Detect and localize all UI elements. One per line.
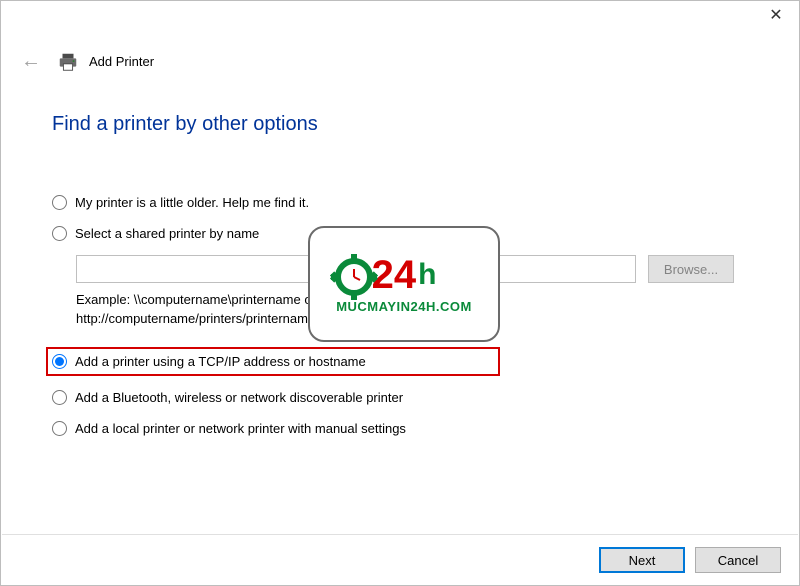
- radio-manual[interactable]: [52, 421, 67, 436]
- watermark-h: h: [418, 258, 436, 292]
- radio-tcpip[interactable]: [52, 354, 67, 369]
- page-heading: Find a printer by other options: [52, 113, 318, 136]
- watermark-logo: 24 h: [372, 255, 437, 295]
- wizard-header: ← Add Printer: [15, 46, 154, 77]
- option-manual[interactable]: Add a local printer or network printer w…: [52, 419, 752, 438]
- radio-shared[interactable]: [52, 226, 67, 241]
- label-bluetooth: Add a Bluetooth, wireless or network dis…: [75, 390, 403, 405]
- watermark-number: 24: [372, 255, 417, 295]
- back-arrow-icon[interactable]: ←: [15, 46, 47, 77]
- close-icon: ✕: [769, 5, 782, 25]
- window-title: Add Printer: [89, 54, 154, 69]
- label-older: My printer is a little older. Help me fi…: [75, 195, 309, 210]
- radio-bluetooth[interactable]: [52, 390, 67, 405]
- label-manual: Add a local printer or network printer w…: [75, 421, 406, 436]
- cancel-button[interactable]: Cancel: [695, 547, 781, 573]
- wizard-footer: Next Cancel: [599, 547, 781, 573]
- footer-separator: [2, 534, 798, 535]
- example-line-1: Example: \\computername\printername or: [76, 292, 316, 307]
- printer-icon: [57, 51, 79, 73]
- watermark-badge: 24 h MUCMAYIN24H.COM: [308, 226, 500, 342]
- option-tcpip[interactable]: Add a printer using a TCP/IP address or …: [46, 347, 500, 376]
- radio-older[interactable]: [52, 195, 67, 210]
- next-button[interactable]: Next: [599, 547, 685, 573]
- label-tcpip: Add a printer using a TCP/IP address or …: [75, 354, 366, 369]
- option-bluetooth[interactable]: Add a Bluetooth, wireless or network dis…: [52, 388, 752, 407]
- browse-button: Browse...: [648, 255, 734, 283]
- option-older-printer[interactable]: My printer is a little older. Help me fi…: [52, 193, 752, 212]
- watermark-url: MUCMAYIN24H.COM: [336, 299, 472, 314]
- label-shared: Select a shared printer by name: [75, 226, 259, 241]
- close-button[interactable]: ✕: [753, 1, 799, 29]
